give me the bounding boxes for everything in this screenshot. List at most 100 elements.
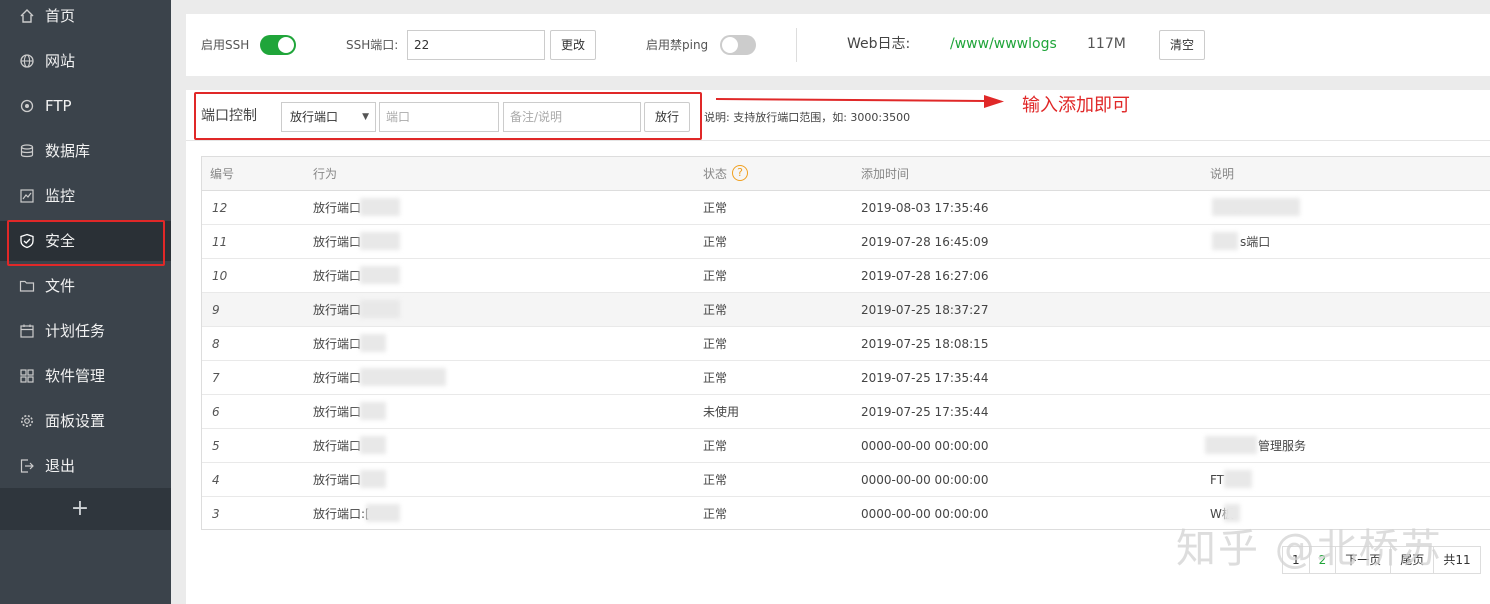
redacted-region xyxy=(1224,470,1252,488)
divider xyxy=(186,140,1490,141)
redacted-region xyxy=(360,368,446,386)
redacted-region xyxy=(1212,198,1300,216)
home-icon xyxy=(20,9,34,23)
redacted-region xyxy=(1224,504,1240,522)
sidebar-item-website[interactable]: 网站 xyxy=(0,41,171,81)
annotation-arrow-icon xyxy=(716,95,1004,108)
sidebar-item-label: 计划任务 xyxy=(45,322,106,340)
next-page-link[interactable]: 下一页 xyxy=(1336,547,1392,573)
sidebar-item-label: 网站 xyxy=(45,52,76,70)
row-id: 5 xyxy=(212,439,220,453)
port-control-title: 端口控制 xyxy=(201,108,257,124)
add-icon[interactable]: + xyxy=(70,496,90,522)
redacted-region xyxy=(1205,436,1257,454)
row-action: 放行端口 xyxy=(313,405,362,419)
shield-icon xyxy=(20,233,34,249)
row-action: 放行端口 xyxy=(313,235,362,249)
row-time: 0000-00-00 00:00:00 xyxy=(861,439,989,453)
port-input[interactable] xyxy=(379,102,499,132)
ssh-toggle-label: 启用SSH xyxy=(201,38,250,52)
sidebar-item-label: 退出 xyxy=(45,457,76,475)
port-hint-text: 说明: 支持放行端口范围，如: 3000:3500 xyxy=(704,111,911,124)
row-id: 12 xyxy=(212,201,228,215)
row-time: 0000-00-00 00:00:00 xyxy=(861,507,989,521)
row-status: 正常 xyxy=(703,201,728,215)
row-id: 4 xyxy=(212,473,220,487)
weblog-path-link[interactable]: /www/wwwlogs xyxy=(950,35,1057,53)
table-row[interactable]: 8 放行端口 正常 2019-07-25 18:08:15 xyxy=(202,327,1490,361)
note-input[interactable] xyxy=(503,102,641,132)
row-action: 放行端口 xyxy=(313,439,362,453)
database-icon xyxy=(20,144,34,158)
ssh-port-input[interactable] xyxy=(407,30,545,60)
last-page-link[interactable]: 尾页 xyxy=(1391,547,1435,573)
row-action: 放行端口:[ xyxy=(313,507,370,521)
calendar-icon xyxy=(20,324,34,338)
sidebar-item-settings[interactable]: 面板设置 xyxy=(0,401,171,441)
redacted-region xyxy=(360,402,386,420)
sidebar: 首页 网站 FTP 数据库 监控 安全 文件 计划任务 软件管理 面板设置 退出… xyxy=(0,0,171,604)
weblog-size: 117M xyxy=(1087,36,1126,52)
pagination: 1 2 下一页 尾页 共11 xyxy=(1282,546,1481,574)
allow-port-button[interactable]: 放行 xyxy=(644,102,690,132)
row-action: 放行端口 xyxy=(313,473,362,487)
row-time: 2019-07-25 17:35:44 xyxy=(861,371,989,385)
header-time: 添加时间 xyxy=(861,167,910,181)
clear-log-button[interactable]: 清空 xyxy=(1159,30,1205,60)
row-status: 正常 xyxy=(703,371,728,385)
sidebar-item-files[interactable]: 文件 xyxy=(0,266,171,306)
annotation-text: 输入添加即可 xyxy=(1022,95,1130,116)
ping-toggle-label: 启用禁ping xyxy=(646,38,709,52)
globe-icon xyxy=(20,54,34,68)
row-id: 8 xyxy=(212,337,220,351)
sidebar-item-label: 监控 xyxy=(45,187,76,205)
row-note: 管理服务 xyxy=(1258,439,1307,453)
sidebar-item-cron[interactable]: 计划任务 xyxy=(0,311,171,351)
logout-icon xyxy=(20,459,34,473)
gear-icon xyxy=(21,415,33,427)
sidebar-item-monitor[interactable]: 监控 xyxy=(0,176,171,216)
sidebar-item-home[interactable]: 首页 xyxy=(0,0,171,36)
row-action: 放行端口 xyxy=(313,337,362,351)
row-status: 正常 xyxy=(703,507,728,521)
redacted-region xyxy=(360,300,400,318)
grid-icon xyxy=(20,369,34,383)
row-id: 3 xyxy=(212,507,220,521)
weblog-label: Web日志: xyxy=(847,36,911,52)
row-status: 正常 xyxy=(703,473,728,487)
help-icon[interactable]: ? xyxy=(732,165,748,181)
row-id: 7 xyxy=(212,371,220,385)
sidebar-item-label: 面板设置 xyxy=(45,412,106,430)
action-select[interactable]: 放行端口 ▼ xyxy=(281,102,376,132)
ssh-toggle[interactable] xyxy=(260,35,296,55)
redacted-region xyxy=(1212,232,1238,250)
sidebar-item-label: 软件管理 xyxy=(45,367,106,385)
sidebar-item-database[interactable]: 数据库 xyxy=(0,131,171,171)
table-header: 编号 行为 状态 添加时间 说明 xyxy=(202,157,1490,191)
sidebar-item-label: 数据库 xyxy=(45,142,91,160)
row-status: 未使用 xyxy=(703,405,740,419)
sidebar-item-label: 首页 xyxy=(45,7,76,25)
row-status: 正常 xyxy=(703,303,728,317)
table-row[interactable]: 4 放行端口 正常 0000-00-00 00:00:00 FT xyxy=(202,463,1490,497)
row-time: 2019-07-25 18:37:27 xyxy=(861,303,989,317)
change-port-button[interactable]: 更改 xyxy=(550,30,596,60)
page-2-link[interactable]: 2 xyxy=(1310,547,1337,573)
ssh-port-label: SSH端口: xyxy=(346,38,399,52)
redacted-region xyxy=(366,504,400,522)
chevron-down-icon: ▼ xyxy=(362,112,369,122)
sidebar-item-security[interactable]: 安全 xyxy=(0,221,171,261)
sidebar-item-ftp[interactable]: FTP xyxy=(0,86,171,126)
total-count: 共11 xyxy=(1443,553,1471,567)
table-row[interactable]: 6 放行端口 未使用 2019-07-25 17:35:44 xyxy=(202,395,1490,429)
ping-toggle[interactable] xyxy=(720,35,756,55)
sidebar-item-logout[interactable]: 退出 xyxy=(0,446,171,486)
redacted-region xyxy=(360,232,400,250)
row-note: FT xyxy=(1210,473,1225,487)
redacted-region xyxy=(360,266,400,284)
page-1-link[interactable]: 1 xyxy=(1283,547,1310,573)
table-row[interactable]: 5 放行端口 正常 0000-00-00 00:00:00 管理服务 xyxy=(202,429,1490,463)
ftp-icon xyxy=(20,99,34,113)
row-time: 2019-07-25 18:08:15 xyxy=(861,337,989,351)
sidebar-item-software[interactable]: 软件管理 xyxy=(0,356,171,396)
